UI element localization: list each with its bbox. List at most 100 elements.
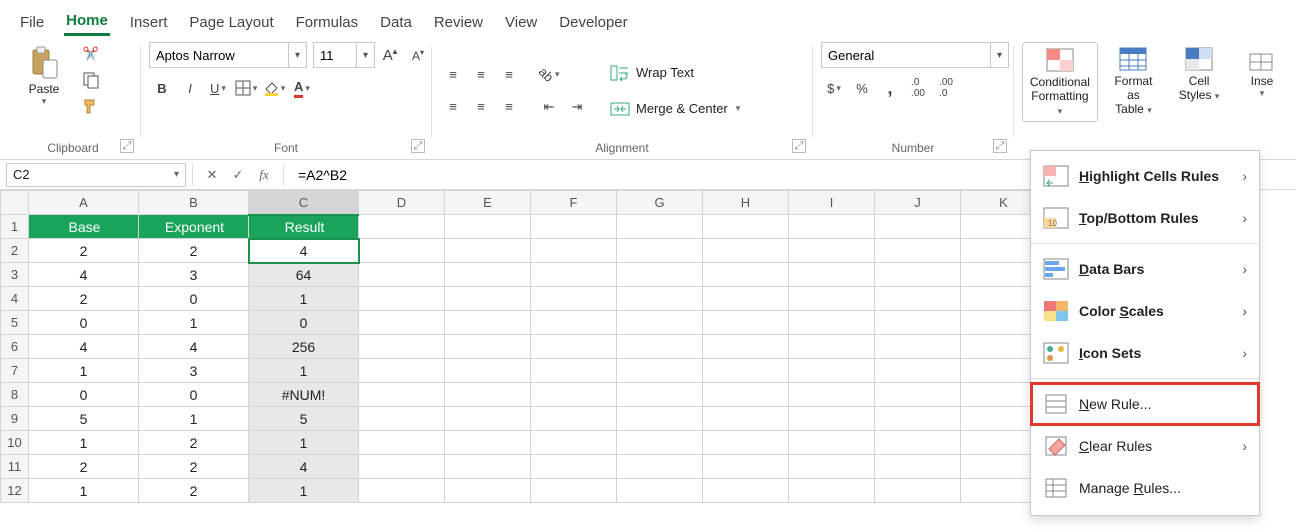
cell[interactable] [703, 407, 789, 431]
comma-format-button[interactable]: , [877, 76, 903, 100]
cell-B5[interactable]: 1 [139, 311, 249, 335]
cell[interactable] [531, 359, 617, 383]
cell[interactable] [789, 383, 875, 407]
cell-styles-button[interactable]: Cell Styles ▾ [1169, 42, 1229, 106]
cell[interactable] [703, 335, 789, 359]
row-header-10[interactable]: 10 [1, 431, 29, 455]
cell[interactable] [875, 431, 961, 455]
cell[interactable] [359, 407, 445, 431]
col-header-G[interactable]: G [617, 191, 703, 215]
italic-button[interactable]: I [177, 76, 203, 100]
cell[interactable] [531, 287, 617, 311]
cell[interactable] [531, 335, 617, 359]
tab-view[interactable]: View [503, 10, 539, 35]
cell[interactable] [703, 383, 789, 407]
cell[interactable] [531, 431, 617, 455]
cell-C11[interactable]: 4 [249, 455, 359, 479]
cell[interactable] [789, 455, 875, 479]
cell[interactable] [531, 479, 617, 503]
cell[interactable] [703, 455, 789, 479]
bold-button[interactable]: B [149, 76, 175, 100]
cell[interactable] [703, 239, 789, 263]
cell-C7[interactable]: 1 [249, 359, 359, 383]
cell[interactable] [359, 263, 445, 287]
cell[interactable] [875, 455, 961, 479]
percent-format-button[interactable]: % [849, 76, 875, 100]
cell-A6[interactable]: 4 [29, 335, 139, 359]
accounting-format-button[interactable]: $ [821, 76, 847, 100]
cell[interactable] [445, 383, 531, 407]
insert-cells-button[interactable]: Inse ▾ [1242, 42, 1282, 103]
cell[interactable] [445, 215, 531, 239]
align-top-button[interactable]: ≡ [440, 63, 466, 87]
cell[interactable] [789, 263, 875, 287]
row-header-1[interactable]: 1 [1, 215, 29, 239]
row-header-5[interactable]: 5 [1, 311, 29, 335]
tab-data[interactable]: Data [378, 10, 414, 35]
cancel-formula-button[interactable]: ✕ [199, 163, 225, 187]
cell[interactable] [445, 311, 531, 335]
cell[interactable] [445, 263, 531, 287]
cell[interactable] [617, 335, 703, 359]
cell[interactable] [789, 311, 875, 335]
col-header-B[interactable]: B [139, 191, 249, 215]
cell[interactable] [703, 479, 789, 503]
cell[interactable] [789, 359, 875, 383]
cell[interactable] [445, 455, 531, 479]
col-header-F[interactable]: F [531, 191, 617, 215]
cell[interactable] [531, 263, 617, 287]
cell[interactable] [445, 239, 531, 263]
cell[interactable] [875, 383, 961, 407]
cell[interactable] [703, 263, 789, 287]
cell[interactable] [875, 239, 961, 263]
cell[interactable] [617, 311, 703, 335]
cell-B4[interactable]: 0 [139, 287, 249, 311]
cell-C5[interactable]: 0 [249, 311, 359, 335]
cell-B1[interactable]: Exponent [139, 215, 249, 239]
cell-B9[interactable]: 1 [139, 407, 249, 431]
cell[interactable] [359, 359, 445, 383]
cell[interactable] [359, 431, 445, 455]
row-header-2[interactable]: 2 [1, 239, 29, 263]
number-format-input[interactable] [821, 42, 991, 68]
cell-A11[interactable]: 2 [29, 455, 139, 479]
col-header-D[interactable]: D [359, 191, 445, 215]
cell[interactable] [789, 215, 875, 239]
cell[interactable] [703, 359, 789, 383]
underline-button[interactable]: U [205, 76, 231, 100]
decrease-font-button[interactable]: A▾ [405, 43, 431, 67]
cell[interactable] [531, 383, 617, 407]
number-launcher[interactable]: ⤢ [993, 139, 1007, 153]
cell[interactable] [531, 311, 617, 335]
cell-A8[interactable]: 0 [29, 383, 139, 407]
cell[interactable] [875, 215, 961, 239]
cf-data-bars[interactable]: Data Bars › [1031, 248, 1259, 290]
cell-C2[interactable]: 4 [249, 239, 359, 263]
select-all-corner[interactable] [1, 191, 29, 215]
align-left-button[interactable]: ≡ [440, 95, 466, 119]
cell[interactable] [703, 287, 789, 311]
cf-clear-rules[interactable]: Clear Rules › [1031, 425, 1259, 467]
cell-C10[interactable]: 1 [249, 431, 359, 455]
col-header-E[interactable]: E [445, 191, 531, 215]
number-format-dropdown[interactable]: ▾ [991, 42, 1009, 68]
tab-developer[interactable]: Developer [557, 10, 629, 35]
cell[interactable] [703, 311, 789, 335]
cell[interactable] [617, 215, 703, 239]
fill-color-button[interactable] [261, 76, 287, 100]
cell-C4[interactable]: 1 [249, 287, 359, 311]
cell[interactable] [359, 335, 445, 359]
cell[interactable] [789, 239, 875, 263]
cell[interactable] [789, 335, 875, 359]
cell[interactable] [875, 359, 961, 383]
cell-C3[interactable]: 64 [249, 263, 359, 287]
cut-button[interactable]: ✂️ [78, 42, 104, 66]
clipboard-launcher[interactable]: ⤢ [120, 139, 134, 153]
cf-color-scales[interactable]: Color Scales › [1031, 290, 1259, 332]
cell-B6[interactable]: 4 [139, 335, 249, 359]
cell-B7[interactable]: 3 [139, 359, 249, 383]
cell-B12[interactable]: 2 [139, 479, 249, 503]
cf-icon-sets[interactable]: Icon Sets › [1031, 332, 1259, 374]
wrap-text-button[interactable]: Wrap Text [602, 58, 748, 88]
cell[interactable] [789, 479, 875, 503]
